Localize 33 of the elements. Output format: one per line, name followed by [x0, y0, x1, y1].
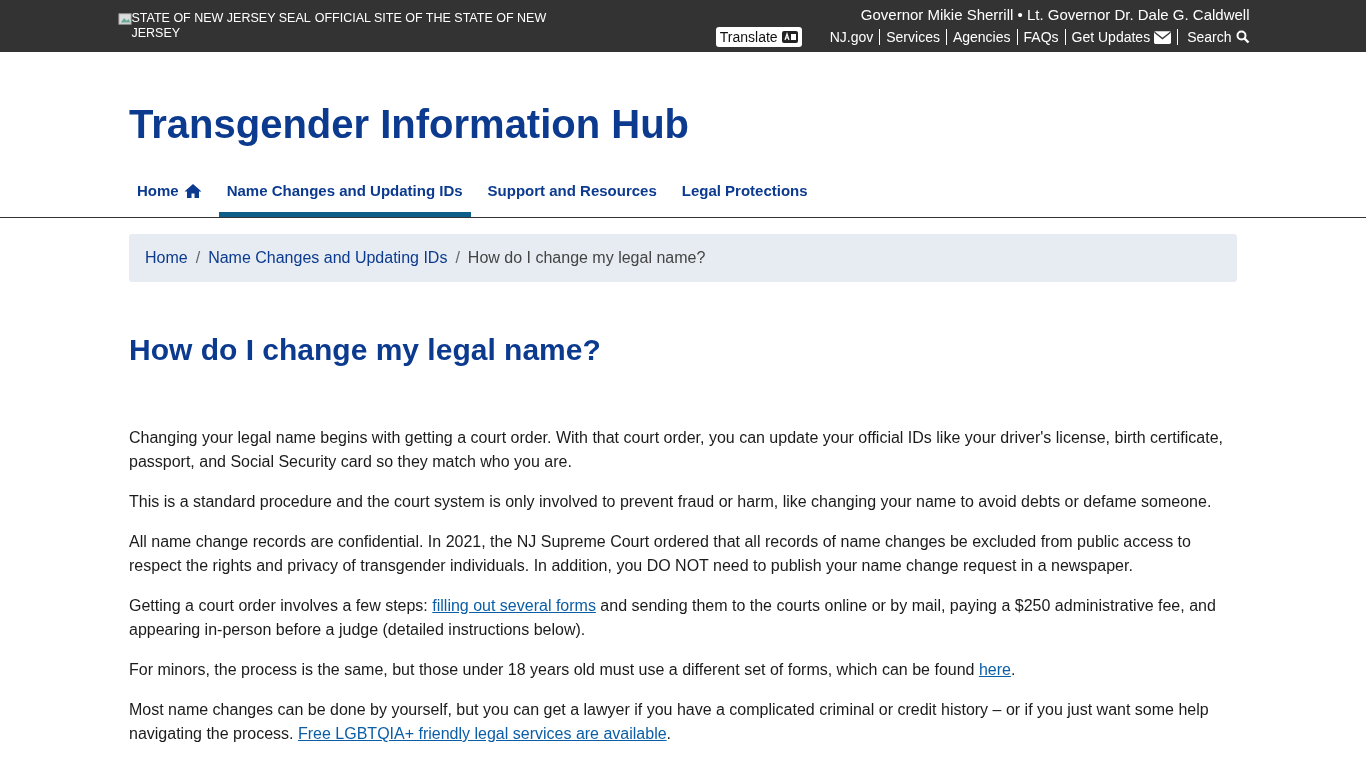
- breadcrumb-link[interactable]: Name Changes and Updating IDs: [208, 249, 448, 267]
- site-title[interactable]: Transgender Information Hub: [129, 52, 690, 148]
- governor-text: Governor Mikie Sherrill • Lt. Governor Dr. Dale G. Caldwell: [860, 6, 1250, 24]
- official-site-text: STATE OF NEW JERSEY SEAL OFFICIAL SITE OF THE STATE OF NEW JERSEY: [131, 11, 548, 41]
- paragraph: Most name changes can be done by yourself, but you can get a lawyer if you have a complicated criminal or credit history – or if you just want some help navigating the process. Free LGBTQIA+ friendly legal services are available.: [129, 700, 1210, 744]
- inline-link[interactable]: Free LGBTQIA+ friendly legal services are available: [298, 725, 667, 742]
- translate-button[interactable]: Translate: [715, 27, 802, 47]
- top-link[interactable]: Agencies: [945, 29, 1017, 45]
- home-icon: [183, 182, 202, 199]
- inline-link[interactable]: here: [978, 661, 1011, 678]
- top-link[interactable]: FAQs: [1016, 29, 1065, 45]
- breadcrumb-separator: /: [455, 249, 460, 267]
- nav-tab[interactable]: Support and Resources: [479, 170, 665, 217]
- breadcrumb-current: How do I change my legal name?: [467, 249, 706, 267]
- translate-icon: [781, 31, 798, 43]
- nav-tab[interactable]: Home: [129, 170, 210, 217]
- page-title: How do I change my legal name?: [129, 332, 602, 368]
- paragraph: This is a standard procedure and the court system is only involved to prevent fraud or harm, like changing your name to avoid debts or defame someone.: [129, 492, 1213, 512]
- paragraph: Getting a court order involves a few steps: filling out several forms and sending them to the courts online or by mail, paying a $250 administrative fee, and appearing in-person before a judge (detailed instructions below).: [129, 596, 1217, 640]
- breadcrumb-separator: /: [195, 249, 201, 267]
- nav-tab[interactable]: Legal Protections: [673, 170, 816, 217]
- paragraph: For minors, the process is the same, but those under 18 years old must use a different set of forms, which can be found here.: [129, 660, 1017, 680]
- paragraph: Changing your legal name begins with getting a court order. With that court order, you can update your official IDs like your driver's license, birth certificate, passport, and Social Security card so they match who you are.: [129, 428, 1224, 472]
- search-icon: [1235, 30, 1250, 44]
- top-link[interactable]: NJ.gov: [823, 29, 880, 45]
- paragraph: All name change records are confidential. In 2021, the NJ Supreme Court ordered that all records of name changes be excluded from public access to respect the rights and privacy of transgender individuals. In addition, you DO NOT need to publish your name change request in a newspaper.: [129, 532, 1192, 576]
- broken-image-icon: [117, 12, 132, 26]
- top-link[interactable]: Get Updates: [1064, 29, 1178, 45]
- breadcrumb-link[interactable]: Home: [145, 249, 188, 267]
- mail-icon: [1154, 30, 1172, 44]
- top-link[interactable]: Services: [879, 29, 946, 45]
- inline-link[interactable]: filling out several forms: [432, 597, 596, 614]
- top-link[interactable]: Search: [1177, 29, 1250, 45]
